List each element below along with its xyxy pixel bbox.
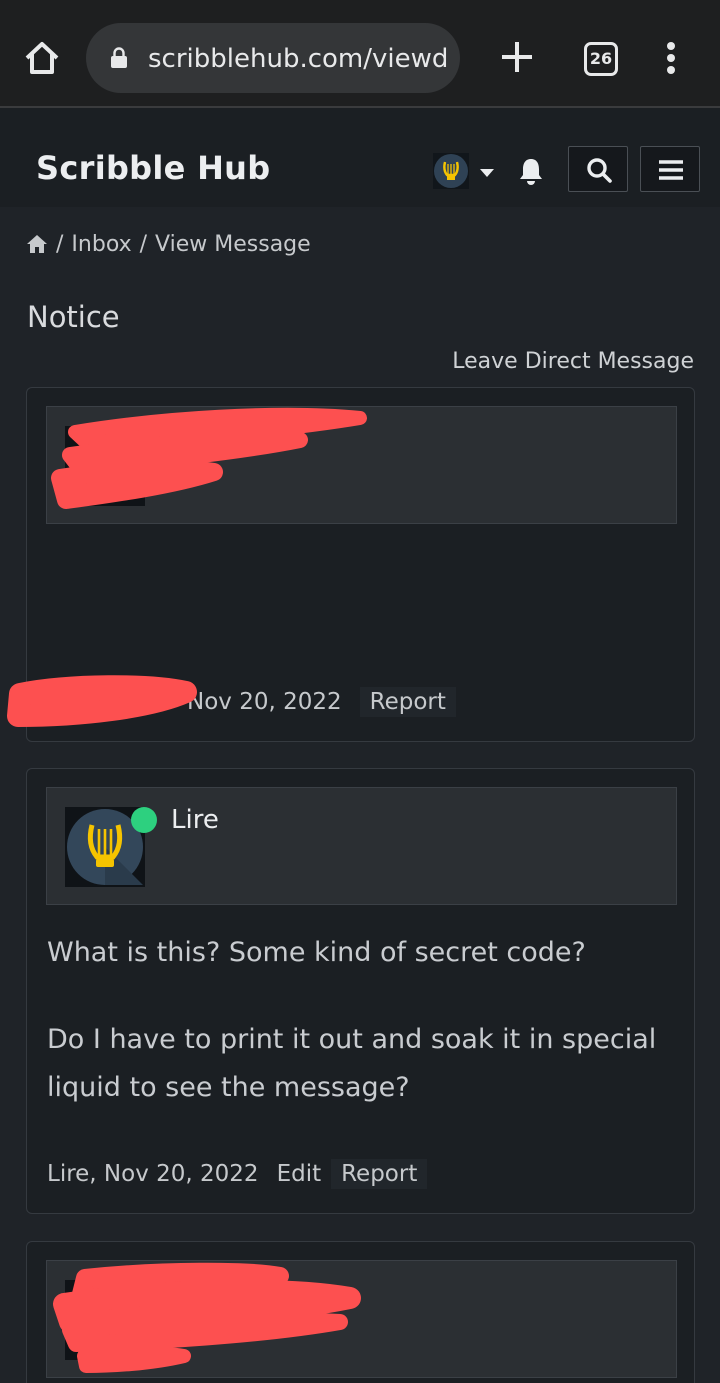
- redaction-scribbles: [7, 407, 367, 1373]
